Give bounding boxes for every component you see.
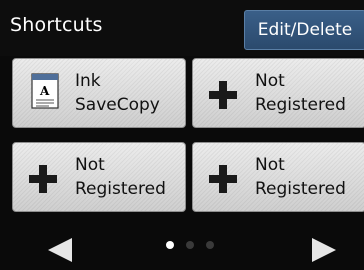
shortcut-tile-not-registered[interactable]: Not Registered xyxy=(192,58,364,128)
shortcut-label: Not Registered xyxy=(75,155,166,199)
page-indicator-dot xyxy=(206,241,214,249)
plus-icon xyxy=(209,165,237,193)
shortcut-label: Not Registered xyxy=(255,71,346,115)
next-page-arrow-icon[interactable] xyxy=(312,238,336,262)
shortcut-label: Ink SaveCopy xyxy=(75,71,160,115)
page-title: Shortcuts xyxy=(10,14,103,36)
document-icon: A xyxy=(31,73,59,109)
page-indicator-dot-active xyxy=(166,241,174,249)
shortcut-tile-not-registered[interactable]: Not Registered xyxy=(12,142,186,212)
shortcut-tile-ink-savecopy[interactable]: A Ink SaveCopy xyxy=(12,58,186,128)
edit-delete-button[interactable]: Edit/Delete xyxy=(244,10,364,50)
header-bar: Shortcuts Edit/Delete xyxy=(0,0,364,56)
plus-icon xyxy=(209,81,237,109)
page-indicator-dot xyxy=(186,241,194,249)
previous-page-arrow-icon[interactable] xyxy=(48,238,72,262)
shortcut-tile-not-registered[interactable]: Not Registered xyxy=(192,142,364,212)
plus-icon xyxy=(29,165,57,193)
shortcut-label: Not Registered xyxy=(255,155,346,199)
svg-text:A: A xyxy=(39,84,50,98)
